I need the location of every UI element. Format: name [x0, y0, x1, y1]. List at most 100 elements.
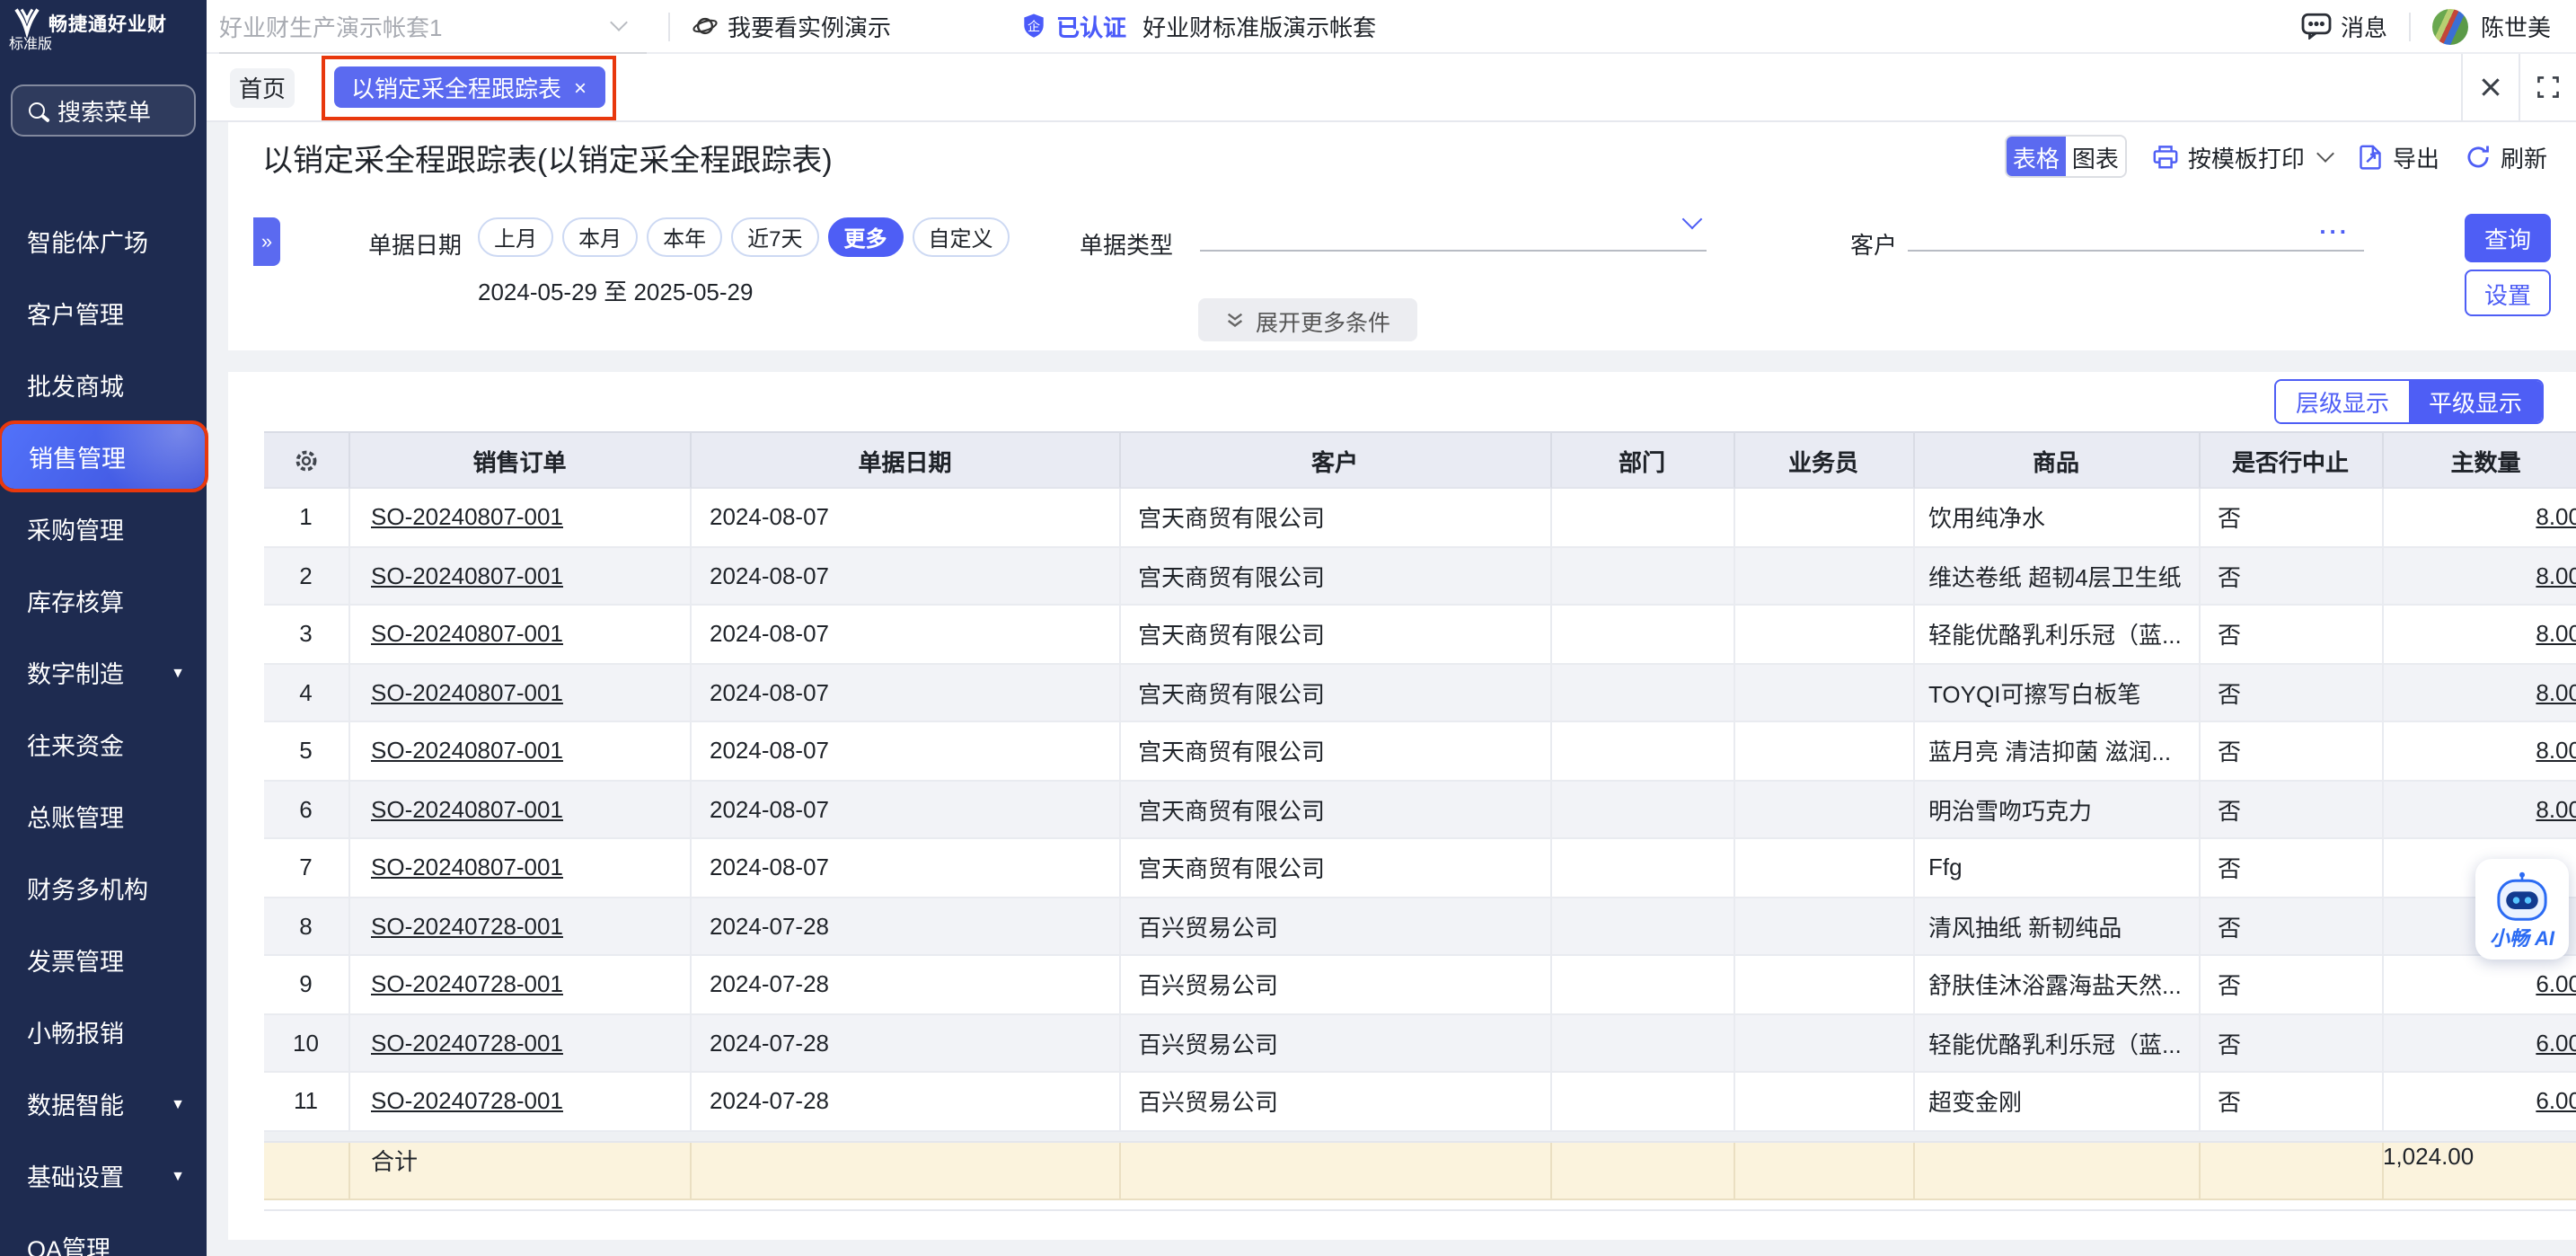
sidebar-menu: 智能体广场客户管理批发商城销售管理采购管理库存核算数字制造▼往来资金总账管理财务…	[0, 205, 207, 1256]
cell-qty: 6.00	[2383, 1014, 2576, 1073]
cell-qty: 6.00	[2383, 1073, 2576, 1131]
qty-link[interactable]: 6.00	[2536, 1030, 2576, 1057]
order-link[interactable]: SO-20240728-001	[371, 913, 563, 940]
date-preset-更多[interactable]: 更多	[827, 217, 903, 257]
order-link[interactable]: SO-20240807-001	[371, 679, 563, 706]
column-settings-button[interactable]	[264, 431, 349, 489]
sidebar-item-智能体广场[interactable]: 智能体广场	[0, 205, 207, 277]
view-chart-button[interactable]: 图表	[2066, 137, 2125, 176]
ai-assistant-button[interactable]: 小畅 AI	[2475, 859, 2569, 960]
sidebar-item-数字制造[interactable]: 数字制造▼	[0, 636, 207, 708]
cell-salesperson	[1734, 1014, 1914, 1073]
export-label: 导出	[2393, 139, 2439, 173]
sidebar-item-库存核算[interactable]: 库存核算	[0, 564, 207, 636]
qty-link[interactable]: 8.00	[2536, 738, 2576, 765]
order-link[interactable]: SO-20240807-001	[371, 854, 563, 881]
close-tab-icon[interactable]: ×	[574, 75, 587, 100]
account-name: 好业财标准版演示帐套	[1142, 9, 1376, 43]
order-link[interactable]: SO-20240807-001	[371, 738, 563, 765]
hierarchy-display-button[interactable]: 层级显示	[2276, 381, 2409, 422]
qty-link[interactable]: 8.00	[2536, 504, 2576, 531]
fullscreen-icon	[2536, 75, 2560, 99]
flat-display-button[interactable]: 平级显示	[2409, 381, 2542, 422]
sidebar-item-label: 总账管理	[27, 798, 124, 834]
column-header-单据日期[interactable]: 单据日期	[692, 431, 1120, 489]
column-header-销售订单[interactable]: 销售订单	[349, 431, 692, 489]
ellipsis-picker-icon[interactable]: ...	[2319, 212, 2350, 239]
column-header-主数量[interactable]: 主数量	[2383, 431, 2576, 489]
doc-type-select[interactable]	[1200, 208, 1707, 252]
fullscreen-button[interactable]	[2519, 54, 2576, 120]
view-table-button[interactable]: 表格	[2007, 137, 2066, 176]
tab-home[interactable]: 首页	[230, 67, 295, 107]
expand-more-conditions-button[interactable]: 展开更多条件	[1198, 298, 1417, 341]
date-preset-近7天[interactable]: 近7天	[731, 217, 818, 257]
order-link[interactable]: SO-20240728-001	[371, 1088, 563, 1115]
date-preset-上月[interactable]: 上月	[478, 217, 553, 257]
sidebar-item-总账管理[interactable]: 总账管理	[0, 780, 207, 852]
table-header-row: 销售订单单据日期客户部门业务员商品是否行中止主数量	[264, 431, 2576, 489]
qty-link[interactable]: 6.00	[2536, 971, 2576, 998]
sidebar-item-OA管理[interactable]: OA管理	[0, 1211, 207, 1256]
print-by-template-button[interactable]: 按模板打印	[2152, 139, 2332, 173]
order-link[interactable]: SO-20240807-001	[371, 796, 563, 823]
account-book-selector[interactable]: 好业财生产演示帐套1	[219, 0, 647, 53]
date-preset-自定义[interactable]: 自定义	[913, 217, 1010, 257]
sidebar-item-往来资金[interactable]: 往来资金	[0, 708, 207, 780]
qty-link[interactable]: 8.00	[2536, 679, 2576, 706]
demo-link[interactable]: 我要看实例演示	[692, 9, 891, 43]
order-link[interactable]: SO-20240807-001	[371, 562, 563, 589]
qty-link[interactable]: 8.00	[2536, 796, 2576, 823]
order-link[interactable]: SO-20240807-001	[371, 504, 563, 531]
sidebar-item-财务多机构[interactable]: 财务多机构	[0, 852, 207, 924]
order-link[interactable]: SO-20240807-001	[371, 621, 563, 648]
cell-terminated: 否	[2200, 956, 2383, 1014]
cell-customer: 宫天商贸有限公司	[1120, 839, 1551, 898]
tab-active[interactable]: 以销定采全程跟踪表 ×	[333, 66, 604, 108]
query-button[interactable]: 查询	[2465, 214, 2551, 262]
date-range-value[interactable]: 2024-05-29 至 2025-05-29	[478, 273, 753, 307]
sidebar-item-数据智能[interactable]: 数据智能▼	[0, 1067, 207, 1139]
user-avatar[interactable]	[2432, 8, 2468, 44]
sidebar-item-小畅报销[interactable]: 小畅报销	[0, 995, 207, 1067]
settings-button[interactable]: 设置	[2465, 270, 2551, 316]
export-button[interactable]: 导出	[2357, 139, 2439, 173]
sidebar-item-采购管理[interactable]: 采购管理	[0, 492, 207, 564]
sidebar-search-input[interactable]: 搜索菜单	[11, 84, 196, 137]
print-label: 按模板打印	[2188, 139, 2305, 173]
collapse-filters-button[interactable]: »	[253, 217, 280, 266]
sidebar-item-基础设置[interactable]: 基础设置▼	[0, 1139, 207, 1211]
svg-text:企: 企	[1028, 19, 1040, 33]
sidebar-item-label: 小畅报销	[27, 1013, 124, 1049]
refresh-button[interactable]: 刷新	[2465, 139, 2547, 173]
sidebar-item-客户管理[interactable]: 客户管理	[0, 277, 207, 349]
expand-more-label: 展开更多条件	[1256, 303, 1390, 337]
date-preset-本年[interactable]: 本年	[647, 217, 722, 257]
sidebar-item-销售管理[interactable]: 销售管理	[2, 424, 205, 489]
order-link[interactable]: SO-20240728-001	[371, 971, 563, 998]
messages-button[interactable]: 消息	[2301, 9, 2387, 43]
date-preset-本月[interactable]: 本月	[562, 217, 638, 257]
certified-badge[interactable]: 企 已认证	[1020, 9, 1126, 43]
table-body: 1SO-20240807-0012024-08-07宫天商贸有限公司饮用纯净水否…	[264, 489, 2576, 1131]
sidebar-item-批发商城[interactable]: 批发商城	[0, 349, 207, 420]
customer-select[interactable]: ...	[1908, 208, 2364, 252]
sidebar-item-发票管理[interactable]: 发票管理	[0, 924, 207, 995]
demo-link-label: 我要看实例演示	[728, 9, 891, 43]
qty-link[interactable]: 8.00	[2536, 562, 2576, 589]
user-name: 陈世美	[2481, 9, 2551, 43]
sidebar-item-label: 数据智能	[27, 1085, 124, 1121]
qty-link[interactable]: 8.00	[2536, 621, 2576, 648]
qty-link[interactable]: 6.00	[2536, 1088, 2576, 1115]
column-header-商品[interactable]: 商品	[1914, 431, 2200, 489]
column-header-部门[interactable]: 部门	[1551, 431, 1734, 489]
cell-order: SO-20240728-001	[349, 956, 692, 1014]
column-header-客户[interactable]: 客户	[1120, 431, 1551, 489]
cell-product: 清风抽纸 新韧纯品	[1914, 898, 2200, 956]
cell-order: SO-20240728-001	[349, 1014, 692, 1073]
column-header-业务员[interactable]: 业务员	[1734, 431, 1914, 489]
column-header-是否行中止[interactable]: 是否行中止	[2200, 431, 2383, 489]
order-link[interactable]: SO-20240728-001	[371, 1030, 563, 1057]
close-all-tabs-button[interactable]	[2461, 54, 2519, 120]
horizontal-scrollbar[interactable]	[264, 1131, 2576, 1142]
